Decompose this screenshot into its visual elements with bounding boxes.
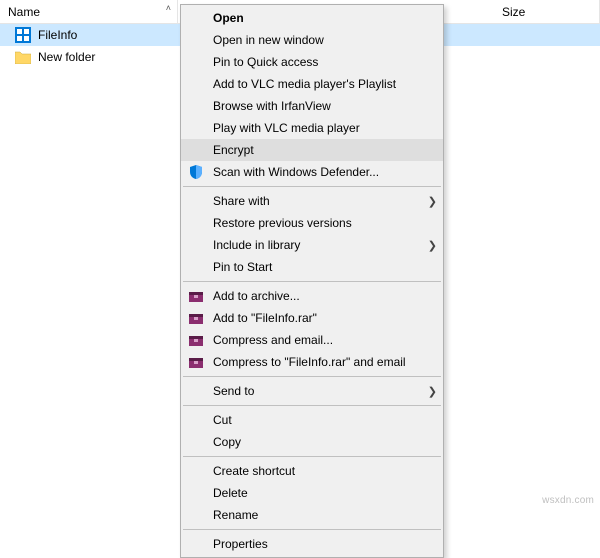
chevron-right-icon: ❯ — [425, 195, 437, 208]
menu-label: Delete — [213, 486, 437, 500]
menu-scan-defender[interactable]: Scan with Windows Defender... — [181, 161, 443, 183]
menu-share-with[interactable]: Share with ❯ — [181, 190, 443, 212]
menu-separator — [183, 376, 441, 377]
column-header-name[interactable]: Name ˄ — [0, 0, 178, 23]
app-icon — [14, 26, 32, 44]
blank-icon — [185, 484, 207, 502]
archive-icon — [185, 353, 207, 371]
menu-compress-email[interactable]: Compress and email... — [181, 329, 443, 351]
sort-caret-icon: ˄ — [166, 4, 171, 13]
menu-label: Rename — [213, 508, 437, 522]
folder-icon — [14, 48, 32, 66]
menu-separator — [183, 529, 441, 530]
menu-label: Encrypt — [213, 143, 437, 157]
blank-icon — [185, 214, 207, 232]
menu-cut[interactable]: Cut — [181, 409, 443, 431]
menu-separator — [183, 281, 441, 282]
menu-copy[interactable]: Copy — [181, 431, 443, 453]
blank-icon — [185, 258, 207, 276]
column-header-size-label: Size — [502, 5, 525, 19]
blank-icon — [185, 9, 207, 27]
menu-add-vlc-playlist[interactable]: Add to VLC media player's Playlist — [181, 73, 443, 95]
menu-open-new-window[interactable]: Open in new window — [181, 29, 443, 51]
menu-label: Compress to "FileInfo.rar" and email — [213, 355, 437, 369]
menu-label: Browse with IrfanView — [213, 99, 437, 113]
blank-icon — [185, 97, 207, 115]
menu-compress-rar-email[interactable]: Compress to "FileInfo.rar" and email — [181, 351, 443, 373]
blank-icon — [185, 433, 207, 451]
menu-label: Restore previous versions — [213, 216, 437, 230]
blank-icon — [185, 236, 207, 254]
menu-label: Copy — [213, 435, 437, 449]
menu-delete[interactable]: Delete — [181, 482, 443, 504]
file-label: New folder — [38, 50, 95, 64]
menu-label: Properties — [213, 537, 437, 551]
menu-label: Scan with Windows Defender... — [213, 165, 437, 179]
column-header-size[interactable]: Size — [494, 0, 600, 23]
blank-icon — [185, 75, 207, 93]
blank-icon — [185, 535, 207, 553]
menu-separator — [183, 456, 441, 457]
menu-label: Pin to Start — [213, 260, 437, 274]
menu-rename[interactable]: Rename — [181, 504, 443, 526]
menu-label: Add to archive... — [213, 289, 437, 303]
menu-separator — [183, 186, 441, 187]
menu-label: Pin to Quick access — [213, 55, 437, 69]
menu-label: Add to VLC media player's Playlist — [213, 77, 437, 91]
menu-pin-quick-access[interactable]: Pin to Quick access — [181, 51, 443, 73]
menu-play-vlc[interactable]: Play with VLC media player — [181, 117, 443, 139]
menu-label: Share with — [213, 194, 425, 208]
menu-label: Compress and email... — [213, 333, 437, 347]
blank-icon — [185, 119, 207, 137]
menu-restore-previous[interactable]: Restore previous versions — [181, 212, 443, 234]
menu-label: Open in new window — [213, 33, 437, 47]
menu-label: Send to — [213, 384, 425, 398]
chevron-right-icon: ❯ — [425, 239, 437, 252]
menu-properties[interactable]: Properties — [181, 533, 443, 555]
menu-browse-irfanview[interactable]: Browse with IrfanView — [181, 95, 443, 117]
shield-icon — [185, 163, 207, 181]
file-label: FileInfo — [38, 28, 77, 42]
menu-label: Create shortcut — [213, 464, 437, 478]
blank-icon — [185, 462, 207, 480]
menu-add-archive[interactable]: Add to archive... — [181, 285, 443, 307]
archive-icon — [185, 331, 207, 349]
menu-separator — [183, 405, 441, 406]
blank-icon — [185, 192, 207, 210]
menu-create-shortcut[interactable]: Create shortcut — [181, 460, 443, 482]
menu-label: Add to "FileInfo.rar" — [213, 311, 437, 325]
menu-open-label: Open — [213, 11, 437, 25]
menu-pin-start[interactable]: Pin to Start — [181, 256, 443, 278]
menu-label: Include in library — [213, 238, 425, 252]
blank-icon — [185, 382, 207, 400]
menu-encrypt[interactable]: Encrypt — [181, 139, 443, 161]
menu-label: Cut — [213, 413, 437, 427]
column-header-name-label: Name — [8, 5, 40, 19]
chevron-right-icon: ❯ — [425, 385, 437, 398]
archive-icon — [185, 287, 207, 305]
blank-icon — [185, 141, 207, 159]
menu-label: Play with VLC media player — [213, 121, 437, 135]
blank-icon — [185, 411, 207, 429]
menu-send-to[interactable]: Send to ❯ — [181, 380, 443, 402]
blank-icon — [185, 53, 207, 71]
menu-open[interactable]: Open — [181, 7, 443, 29]
context-menu: Open Open in new window Pin to Quick acc… — [180, 4, 444, 558]
menu-include-library[interactable]: Include in library ❯ — [181, 234, 443, 256]
menu-add-rar[interactable]: Add to "FileInfo.rar" — [181, 307, 443, 329]
blank-icon — [185, 506, 207, 524]
archive-icon — [185, 309, 207, 327]
blank-icon — [185, 31, 207, 49]
watermark: wsxdn.com — [542, 495, 594, 506]
